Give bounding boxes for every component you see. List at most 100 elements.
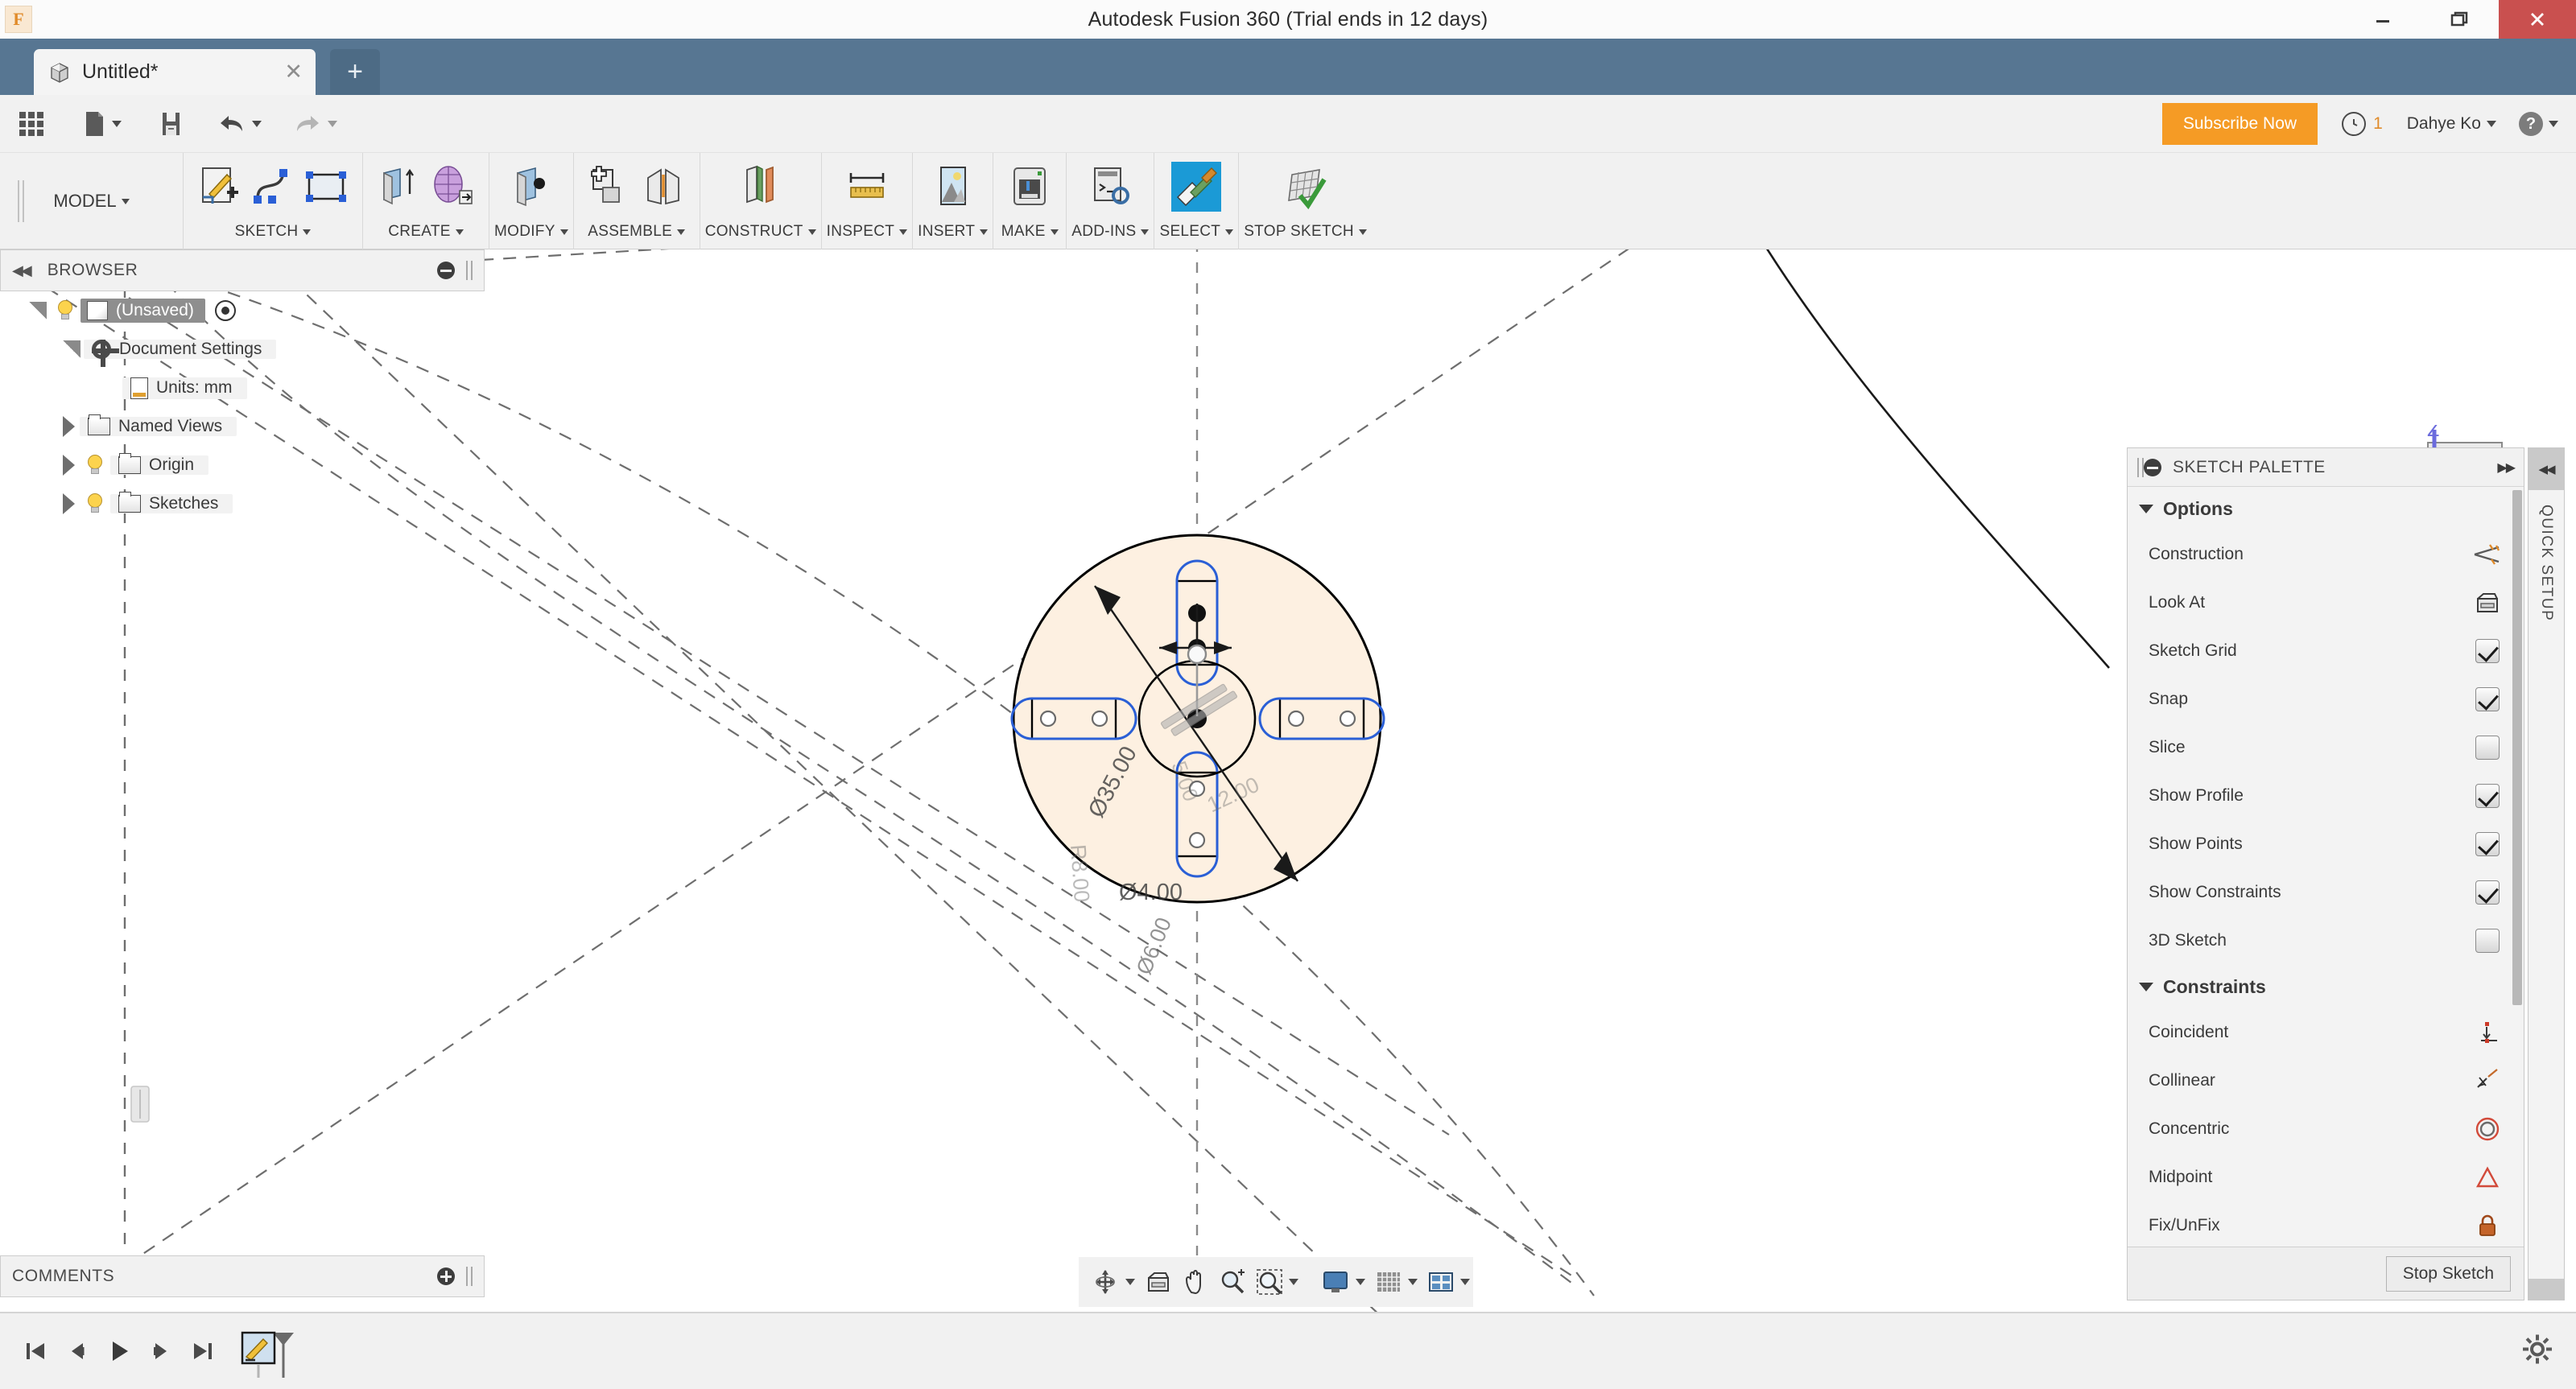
workspace-selector[interactable]: MODEL <box>0 153 184 249</box>
ribbon-group-label-select[interactable]: SELECT <box>1159 217 1234 246</box>
new-tab-button[interactable]: + <box>330 49 380 95</box>
collapse-arrow-icon[interactable] <box>63 493 75 514</box>
tree-item-origin[interactable]: Origin <box>0 446 485 484</box>
view-toggle-icon[interactable] <box>214 300 236 321</box>
look-at-button[interactable] <box>1141 1263 1176 1301</box>
viewports-button[interactable] <box>1423 1263 1474 1301</box>
palette-row-show-profile[interactable]: Show Profile <box>2128 772 2524 820</box>
ribbon-group-label-make[interactable]: MAKE <box>1001 217 1059 246</box>
comments-resize-grip[interactable] <box>466 1267 473 1286</box>
timeline-sketch-feature[interactable] <box>237 1321 310 1387</box>
redo-button[interactable] <box>277 95 353 153</box>
insert-image-icon[interactable] <box>928 162 978 212</box>
file-menu-button[interactable] <box>63 95 140 153</box>
collapse-quick-setup-icon[interactable]: ◀◀ <box>2529 448 2564 490</box>
palette-row-show-points[interactable]: Show Points <box>2128 820 2524 868</box>
visibility-bulb-icon[interactable] <box>56 300 74 321</box>
ribbon-group-label-modify[interactable]: MODIFY <box>494 217 568 246</box>
tree-item-document-settings[interactable]: Document Settings <box>0 330 485 369</box>
visibility-bulb-icon[interactable] <box>86 493 104 514</box>
section-header-options[interactable]: Options <box>2128 487 2524 530</box>
palette-row-coincident[interactable]: Coincident <box>2128 1008 2524 1057</box>
press-pull-icon[interactable] <box>506 162 556 212</box>
create-sketch-icon[interactable] <box>195 162 245 212</box>
palette-row-show-constraints[interactable]: Show Constraints <box>2128 868 2524 917</box>
expand-arrow-icon[interactable] <box>63 340 80 358</box>
ribbon-group-label-addins[interactable]: ADD-INS <box>1071 217 1150 246</box>
ribbon-group-label-inspect[interactable]: INSPECT <box>827 217 908 246</box>
trial-days-indicator[interactable]: 1 <box>2342 112 2383 136</box>
show-profile-checkbox[interactable] <box>2475 784 2500 808</box>
palette-row-sketch-grid[interactable]: Sketch Grid <box>2128 627 2524 675</box>
ribbon-group-label-create[interactable]: CREATE <box>388 217 464 246</box>
ribbon-group-label-construct[interactable]: CONSTRUCT <box>705 217 816 246</box>
stop-sketch-icon[interactable] <box>1281 162 1331 212</box>
settings-button[interactable] <box>2521 1333 2553 1370</box>
tree-item-unsaved[interactable]: (Unsaved) <box>0 291 485 330</box>
palette-scroll-thumb[interactable] <box>2512 490 2522 1005</box>
ribbon-group-label-stop-sketch[interactable]: STOP SKETCH <box>1244 217 1367 246</box>
palette-row-slice[interactable]: Slice <box>2128 723 2524 772</box>
undo-button[interactable] <box>201 95 277 153</box>
palette-scrollbar[interactable] <box>2511 490 2522 1247</box>
close-button[interactable] <box>2499 0 2576 39</box>
play-button[interactable] <box>98 1327 140 1375</box>
go-to-beginning-button[interactable] <box>14 1327 56 1375</box>
palette-row-fix-unfix[interactable]: Fix/UnFix <box>2128 1201 2524 1247</box>
zoom-button[interactable] <box>1215 1263 1250 1301</box>
slice-checkbox[interactable] <box>2475 736 2500 760</box>
rectangle-icon[interactable] <box>301 162 351 212</box>
add-comment-icon[interactable] <box>437 1267 455 1285</box>
quick-setup-panel[interactable]: ◀◀ QUICK SETUP <box>2528 447 2565 1300</box>
new-component-icon[interactable] <box>585 162 635 212</box>
zoom-window-button[interactable] <box>1252 1263 1302 1301</box>
palette-row-construction[interactable]: Construction <box>2128 530 2524 579</box>
collapse-arrow-icon[interactable] <box>63 416 75 437</box>
ribbon-group-label-insert[interactable]: INSERT <box>918 217 989 246</box>
measure-icon[interactable] <box>842 162 892 212</box>
orbit-button[interactable] <box>1087 1263 1139 1301</box>
palette-row-concentric[interactable]: Concentric <box>2128 1105 2524 1153</box>
step-back-button[interactable] <box>56 1327 98 1375</box>
save-button[interactable] <box>140 95 201 153</box>
grid-snaps-button[interactable] <box>1371 1263 1422 1301</box>
minimize-button[interactable] <box>2344 0 2421 39</box>
tree-item-units[interactable]: Units: mm <box>0 369 485 407</box>
palette-row-collinear[interactable]: Collinear <box>2128 1057 2524 1105</box>
show-points-checkbox[interactable] <box>2475 832 2500 856</box>
stop-sketch-button[interactable]: Stop Sketch <box>2385 1255 2511 1292</box>
select-icon[interactable] <box>1171 162 1222 212</box>
ribbon-group-label-assemble[interactable]: ASSEMBLE <box>588 217 686 246</box>
joint-icon[interactable] <box>638 162 688 212</box>
tab-close-icon[interactable]: ✕ <box>284 60 303 84</box>
expand-arrow-icon[interactable] <box>29 302 47 319</box>
browser-resize-grip[interactable] <box>466 261 473 280</box>
expand-palette-icon[interactable]: ▶▶ <box>2497 460 2516 476</box>
user-menu-button[interactable]: Dahye Ko <box>2407 114 2496 134</box>
restore-button[interactable] <box>2421 0 2499 39</box>
3d-sketch-checkbox[interactable] <box>2475 929 2500 953</box>
visibility-bulb-icon[interactable] <box>86 455 104 476</box>
snap-checkbox[interactable] <box>2475 687 2500 711</box>
step-forward-button[interactable] <box>140 1327 182 1375</box>
palette-row-3d-sketch[interactable]: 3D Sketch <box>2128 917 2524 965</box>
minimize-browser-icon[interactable] <box>437 262 455 279</box>
palette-row-look-at[interactable]: Look At <box>2128 579 2524 627</box>
collapse-arrow-icon[interactable] <box>63 455 75 476</box>
tab-untitled[interactable]: Untitled* ✕ <box>34 49 316 95</box>
palette-row-midpoint[interactable]: Midpoint <box>2128 1153 2524 1201</box>
show-constraints-checkbox[interactable] <box>2475 880 2500 905</box>
show-data-panel-button[interactable] <box>0 95 63 153</box>
palette-row-snap[interactable]: Snap <box>2128 675 2524 723</box>
display-settings-button[interactable] <box>1317 1263 1369 1301</box>
sketch-grid-checkbox[interactable] <box>2475 639 2500 663</box>
spline-icon[interactable] <box>248 162 298 212</box>
scripts-addins-icon[interactable] <box>1085 162 1135 212</box>
help-menu-button[interactable]: ? <box>2519 112 2558 136</box>
minimize-palette-icon[interactable] <box>2144 458 2161 476</box>
form-icon[interactable] <box>427 162 477 212</box>
collapse-browser-icon[interactable]: ◀◀ <box>12 262 32 279</box>
offset-plane-icon[interactable] <box>736 162 786 212</box>
3d-print-icon[interactable] <box>1005 162 1055 212</box>
extrude-icon[interactable] <box>374 162 424 212</box>
